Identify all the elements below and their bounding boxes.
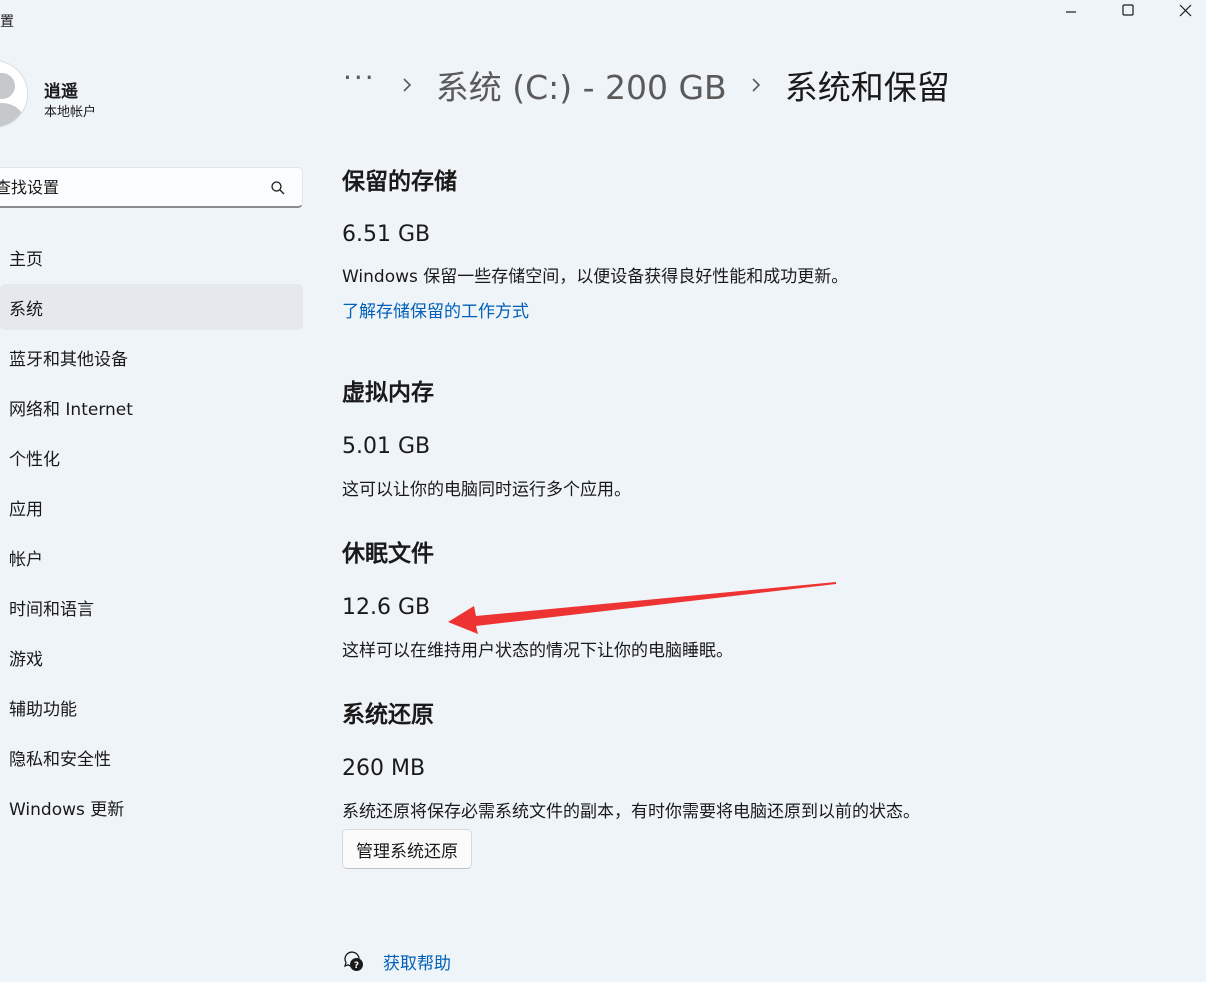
hibernation-file-description: 这样可以在维持用户状态的情况下让你的电脑睡眠。 [342, 636, 733, 661]
close-button[interactable] [1162, 0, 1206, 20]
sidebar-item-label: 蓝牙和其他设备 [9, 345, 128, 370]
breadcrumb-parent[interactable]: 系统 (C:) - 200 GB [436, 61, 727, 109]
system-restore-description: 系统还原将保存必需系统文件的副本，有时你需要将电脑还原到以前的状态。 [342, 797, 920, 822]
sidebar-item-label: 游戏 [9, 645, 43, 670]
system-restore-size: 260 MB [342, 756, 425, 781]
chevron-right-icon [402, 78, 412, 92]
hibernation-file-title: 休眠文件 [342, 534, 434, 568]
sidebar-item-personalization[interactable]: 个性化 [0, 434, 303, 480]
sidebar-item-label: 个性化 [9, 445, 60, 470]
sidebar-item-apps[interactable]: 应用 [0, 484, 303, 530]
virtual-memory-description: 这可以让你的电脑同时运行多个应用。 [342, 475, 631, 500]
user-account-type: 本地帐户 [44, 101, 96, 120]
learn-storage-reserve-link[interactable]: 了解存储保留的工作方式 [342, 297, 529, 322]
chevron-right-icon [751, 78, 761, 92]
search-box[interactable] [0, 167, 303, 208]
help-chat-icon: ? [342, 950, 364, 972]
avatar-body-shape [0, 103, 25, 128]
hibernation-file-size: 12.6 GB [342, 595, 430, 620]
window-title: 设置 [0, 11, 14, 31]
get-help-link[interactable]: 获取帮助 [383, 949, 451, 974]
sidebar-item-privacy[interactable]: 隐私和安全性 [0, 734, 303, 780]
search-icon[interactable] [270, 180, 286, 196]
sidebar-item-system[interactable]: 系统 [0, 284, 303, 330]
minimize-icon [1065, 4, 1077, 16]
reserved-storage-description: Windows 保留一些存储空间，以便设备获得良好性能和成功更新。 [342, 262, 848, 287]
reserved-storage-title: 保留的存储 [342, 162, 457, 196]
sidebar-item-label: 帐户 [9, 545, 43, 570]
manage-system-restore-button[interactable]: 管理系统还原 [342, 829, 472, 869]
sidebar-item-label: Windows 更新 [9, 795, 124, 820]
annotation-arrow-shape [448, 582, 836, 634]
virtual-memory-size: 5.01 GB [342, 434, 430, 459]
sidebar-item-label: 系统 [9, 295, 43, 320]
sidebar-item-windows-update[interactable]: Windows 更新 [0, 784, 303, 830]
sidebar-item-label: 隐私和安全性 [9, 745, 111, 770]
minimize-button[interactable] [1048, 0, 1094, 20]
avatar-head-shape [0, 73, 15, 99]
maximize-icon [1122, 4, 1134, 16]
sidebar-item-label: 主页 [9, 245, 43, 270]
sidebar-item-accessibility[interactable]: 辅助功能 [0, 684, 303, 730]
svg-text:?: ? [354, 961, 359, 971]
close-icon [1179, 4, 1192, 17]
sidebar-item-network[interactable]: 网络和 Internet [0, 384, 303, 430]
reserved-storage-size: 6.51 GB [342, 222, 430, 247]
sidebar-item-label: 辅助功能 [9, 695, 77, 720]
virtual-memory-title: 虚拟内存 [342, 373, 434, 407]
page-title: 系统和保留 [785, 61, 950, 109]
user-name: 逍遥 [44, 77, 78, 102]
sidebar-item-accounts[interactable]: 帐户 [0, 534, 303, 580]
sidebar-nav: 主页 系统 蓝牙和其他设备 网络和 Internet 个性化 应用 帐户 时间和… [0, 234, 303, 834]
search-input[interactable] [0, 168, 261, 206]
avatar[interactable] [0, 60, 28, 128]
sidebar-item-gaming[interactable]: 游戏 [0, 634, 303, 680]
sidebar-item-label: 网络和 Internet [9, 395, 133, 420]
maximize-button[interactable] [1105, 0, 1151, 20]
sidebar-item-label: 时间和语言 [9, 595, 94, 620]
sidebar-item-home[interactable]: 主页 [0, 234, 303, 280]
breadcrumb-more-button[interactable]: ··· [343, 61, 376, 94]
sidebar-item-time-language[interactable]: 时间和语言 [0, 584, 303, 630]
sidebar-item-label: 应用 [9, 495, 43, 520]
sidebar-item-bluetooth[interactable]: 蓝牙和其他设备 [0, 334, 303, 380]
breadcrumb: ··· 系统 (C:) - 200 GB 系统和保留 [343, 62, 950, 108]
system-restore-title: 系统还原 [342, 695, 434, 729]
